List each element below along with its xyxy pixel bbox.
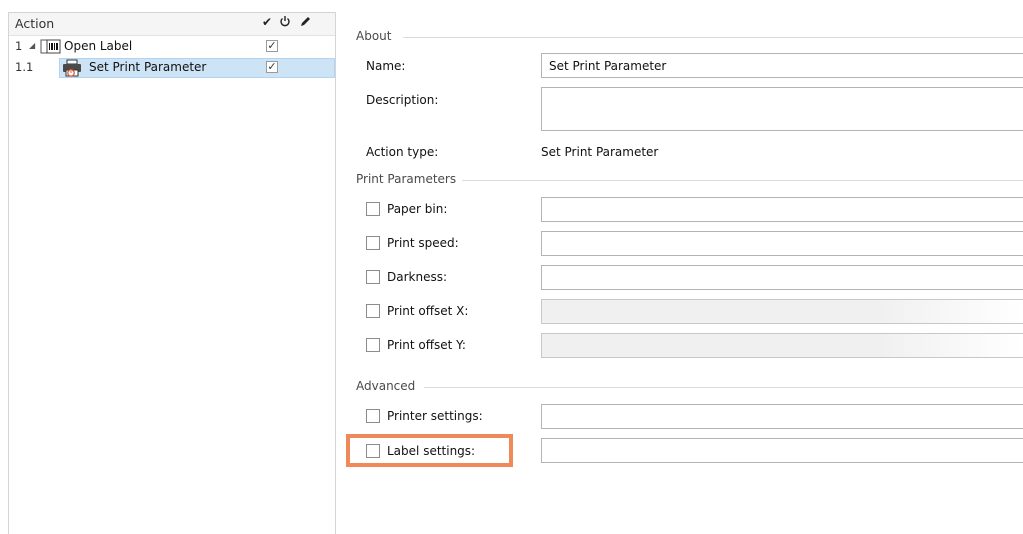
advanced-section-title: Advanced — [356, 379, 416, 393]
paper-bin-checkbox[interactable] — [366, 202, 380, 216]
description-field[interactable] — [541, 87, 1023, 131]
action-tree-panel: Action ✔ 1 ◢ Open Label ✓ 1.1 Set Print … — [8, 12, 336, 534]
print-speed-label: Print speed: — [387, 236, 459, 250]
section-divider — [462, 180, 1023, 181]
row-number: 1.1 — [15, 60, 34, 74]
print-offset-y-field — [541, 333, 1023, 358]
printer-icon — [62, 59, 82, 80]
row-number: 1 — [15, 39, 23, 53]
tree-header-title: Action — [15, 16, 55, 31]
about-section-title: About — [356, 29, 392, 43]
darkness-checkbox[interactable] — [366, 270, 380, 284]
printer-settings-checkbox[interactable] — [366, 409, 380, 423]
print-offset-x-label: Print offset X: — [387, 304, 469, 318]
darkness-label: Darkness: — [387, 270, 448, 284]
action-type-label: Action type: — [366, 145, 439, 159]
tree-item-label: Open Label — [64, 39, 133, 53]
checkmark-icon[interactable]: ✔ — [262, 15, 272, 29]
paper-bin-label: Paper bin: — [387, 202, 448, 216]
print-speed-field[interactable] — [541, 231, 1023, 256]
paper-bin-field[interactable] — [541, 197, 1023, 222]
darkness-field[interactable] — [541, 265, 1023, 290]
description-label: Description: — [366, 93, 439, 107]
label-document-icon — [40, 39, 62, 58]
section-divider — [403, 37, 1023, 38]
tree-row-open-label[interactable]: 1 ◢ Open Label ✓ — [9, 37, 335, 57]
name-label: Name: — [366, 59, 406, 73]
printer-settings-field[interactable] — [541, 404, 1023, 429]
print-offset-x-field — [541, 299, 1023, 324]
print-speed-checkbox[interactable] — [366, 236, 380, 250]
printer-settings-label: Printer settings: — [387, 409, 483, 423]
tree-item-label: Set Print Parameter — [89, 60, 207, 74]
enabled-checkbox[interactable]: ✓ — [266, 61, 278, 73]
section-divider — [424, 387, 1023, 388]
print-offset-x-checkbox[interactable] — [366, 304, 380, 318]
label-settings-highlight-frame — [346, 434, 513, 467]
label-settings-field[interactable] — [541, 438, 1023, 463]
action-type-value: Set Print Parameter — [541, 145, 659, 159]
enabled-checkbox[interactable]: ✓ — [266, 40, 278, 52]
print-offset-y-checkbox[interactable] — [366, 338, 380, 352]
name-field[interactable]: Set Print Parameter — [541, 53, 1023, 78]
print-parameters-section-title: Print Parameters — [356, 172, 457, 186]
power-icon[interactable] — [279, 15, 291, 31]
print-offset-y-label: Print offset Y: — [387, 338, 466, 352]
tree-row-set-print-parameter[interactable]: 1.1 Set Print Parameter ✓ — [9, 58, 335, 78]
expand-arrow-icon[interactable]: ◢ — [29, 41, 35, 50]
tree-header: Action ✔ — [9, 13, 335, 36]
pencil-icon[interactable] — [299, 15, 311, 31]
